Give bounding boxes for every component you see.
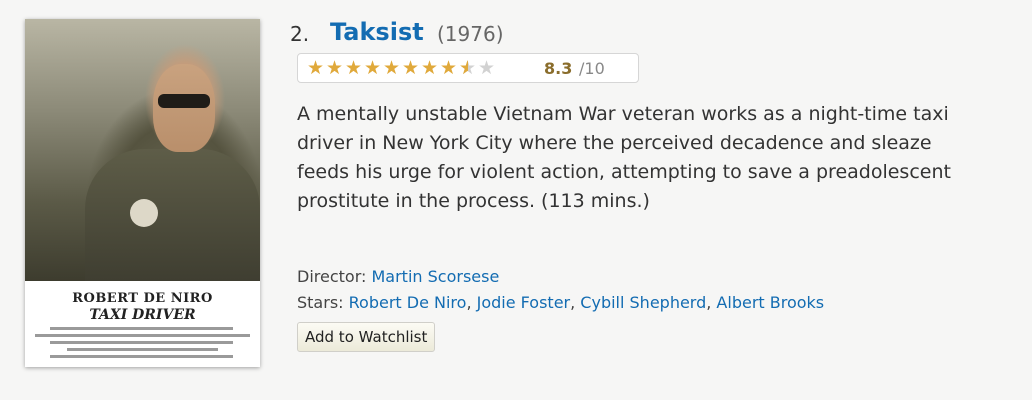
rating-value: 8.3: [544, 59, 573, 78]
movie-poster[interactable]: ROBERT DE NIRO TAXI DRIVER: [25, 19, 260, 367]
director-label: Director:: [297, 267, 367, 286]
poster-movie-title: TAXI DRIVER: [89, 307, 196, 323]
movie-title-link[interactable]: Taksist: [330, 18, 424, 46]
movie-outline: A mentally unstable Vietnam War veteran …: [297, 103, 951, 212]
rating-max: /10: [579, 59, 605, 78]
poster-credits-block: [35, 327, 250, 358]
separator: ,: [706, 293, 717, 312]
separator: ,: [570, 293, 581, 312]
star-link[interactable]: Cybill Shepherd: [580, 293, 706, 312]
separator: ,: [466, 293, 477, 312]
poster-figure-head: [153, 64, 215, 152]
star-link[interactable]: Albert Brooks: [716, 293, 824, 312]
star-link[interactable]: Jodie Foster: [477, 293, 571, 312]
rating-star-icon[interactable]: ★: [326, 57, 345, 79]
director-row: Director: Martin Scorsese: [297, 267, 499, 286]
rating-star-icon[interactable]: ★: [383, 57, 402, 79]
rating-star-icon[interactable]: ★: [459, 57, 478, 79]
poster-caption: ROBERT DE NIRO TAXI DRIVER: [25, 285, 260, 367]
poster-figure-sunglasses: [158, 94, 210, 108]
poster-figure-jacket: [85, 149, 260, 281]
poster-actor-name: ROBERT DE NIRO: [72, 291, 213, 306]
rating-star-icon[interactable]: ★: [364, 57, 383, 79]
star-link[interactable]: Robert De Niro: [349, 293, 467, 312]
stars-row: Stars: Robert De Niro, Jodie Foster, Cyb…: [297, 293, 824, 312]
rating-star-icon[interactable]: ★: [478, 57, 497, 79]
movie-list-item: ROBERT DE NIRO TAXI DRIVER 2. Taksist (1…: [0, 0, 1032, 400]
rating-star-icon[interactable]: ★: [440, 57, 459, 79]
rating-star-icon[interactable]: ★: [345, 57, 364, 79]
movie-year: (1976): [437, 22, 504, 46]
rating-widget[interactable]: ★★★★★★★★★★ 8.3 /10: [297, 53, 639, 83]
rating-star-icon[interactable]: ★: [421, 57, 440, 79]
rating-star-icon[interactable]: ★: [307, 57, 326, 79]
poster-figure-badge: [130, 199, 158, 227]
add-to-watchlist-button[interactable]: Add to Watchlist: [297, 322, 436, 352]
list-rank: 2.: [290, 22, 310, 46]
star-rating[interactable]: ★ ★ ★ ★ ★ ★ ★ ★★ ★: [307, 57, 497, 79]
rating-star-icon[interactable]: ★: [402, 57, 421, 79]
director-link[interactable]: Martin Scorsese: [371, 267, 499, 286]
stars-label: Stars:: [297, 293, 344, 312]
